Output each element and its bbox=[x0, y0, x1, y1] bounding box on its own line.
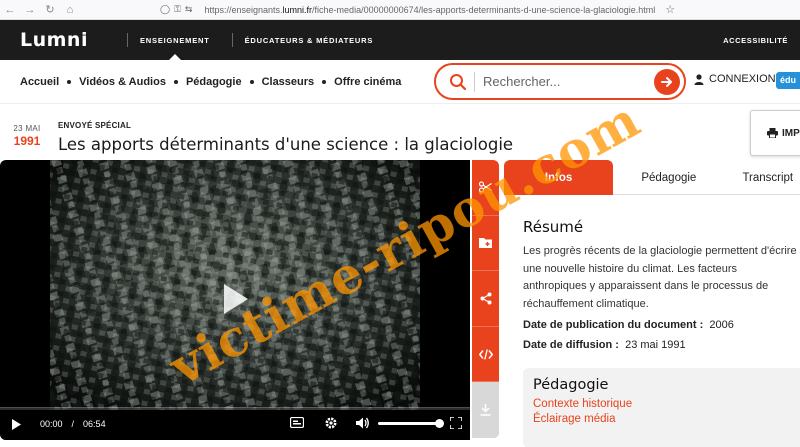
tab-infos[interactable]: Infos bbox=[504, 160, 614, 195]
url-text: https://enseignants.lumni.fr/fiche-media… bbox=[204, 4, 656, 15]
search-icon bbox=[442, 73, 474, 91]
browser-toolbar: ← → ↻ ⌂ ◯⚿⇆ https://enseignants.lumni.fr… bbox=[0, 0, 800, 20]
nav-separator bbox=[67, 79, 72, 84]
header-link-enseignement[interactable]: ENSEIGNEMENT bbox=[140, 36, 210, 60]
header-link-educateurs[interactable]: ÉDUCATEURS & MÉDIATEURS bbox=[245, 36, 374, 45]
player-controls: 00:00 / 06:54 bbox=[0, 408, 470, 440]
search-input[interactable] bbox=[483, 74, 643, 89]
pedagogie-card: Pédagogie Contexte historique Éclairage … bbox=[523, 368, 800, 447]
clip-button[interactable] bbox=[472, 160, 499, 216]
nav-item-accueil[interactable]: Accueil bbox=[20, 76, 59, 88]
printer-icon bbox=[767, 128, 778, 138]
volume-icon bbox=[356, 417, 369, 429]
info-panel: Résumé Les progrès récents de la glaciol… bbox=[523, 218, 800, 353]
volume-knob[interactable] bbox=[435, 419, 444, 428]
nav-separator bbox=[173, 79, 178, 84]
print-button[interactable]: IMP bbox=[750, 110, 800, 156]
page-title: Les apports déterminants d'une science :… bbox=[58, 135, 514, 154]
download-icon bbox=[480, 404, 491, 416]
bookmark-star-icon[interactable]: ☆ bbox=[665, 3, 675, 16]
print-label: IMP bbox=[782, 127, 800, 139]
publication-date: Date de publication du document : 2006 bbox=[523, 317, 800, 333]
broadcast-date-value: 23 mai 1991 bbox=[625, 339, 686, 351]
share-icon bbox=[480, 292, 491, 305]
media-tabs: Infos Pédagogie Transcript bbox=[504, 160, 800, 195]
main-nav: Accueil Vidéos & Audios Pédagogie Classe… bbox=[0, 60, 800, 104]
scissors-icon bbox=[479, 181, 492, 193]
header-divider bbox=[127, 33, 128, 47]
nav-item-videos[interactable]: Vidéos & Audios bbox=[79, 76, 166, 88]
forward-icon[interactable]: → bbox=[20, 4, 40, 16]
settings-button[interactable] bbox=[324, 416, 338, 430]
video-player[interactable]: 00:00 / 06:54 bbox=[0, 160, 470, 440]
media-date: 23 MAI 1991 bbox=[10, 124, 44, 148]
pedagogie-title: Pédagogie bbox=[533, 377, 609, 393]
header-divider bbox=[231, 33, 233, 47]
publication-date-label: Date de publication du document : bbox=[523, 319, 704, 331]
folder-add-icon bbox=[478, 237, 492, 248]
lumni-logo[interactable]: Lumni bbox=[20, 29, 115, 51]
home-icon[interactable]: ⌂ bbox=[60, 4, 80, 16]
edu-badge[interactable]: édu bbox=[776, 72, 800, 89]
pedagogie-link-contexte[interactable]: Contexte historique bbox=[533, 398, 800, 410]
tab-pedagogie[interactable]: Pédagogie bbox=[613, 160, 724, 195]
media-date-day: 23 MAI bbox=[13, 124, 41, 133]
login-button[interactable]: CONNEXION bbox=[694, 73, 776, 85]
code-icon bbox=[478, 348, 493, 360]
volume-slider[interactable] bbox=[378, 419, 444, 428]
user-icon bbox=[694, 73, 704, 85]
media-date-year: 1991 bbox=[13, 134, 41, 148]
current-time: 00:00 bbox=[40, 419, 63, 429]
nav-separator bbox=[322, 79, 327, 84]
subtitles-icon bbox=[290, 417, 304, 428]
download-button[interactable] bbox=[472, 382, 499, 438]
search-box bbox=[434, 63, 686, 100]
play-button[interactable] bbox=[0, 418, 32, 430]
tab-transcript[interactable]: Transcript bbox=[724, 160, 800, 195]
fullscreen-icon bbox=[450, 417, 462, 429]
top-header: Lumni ENSEIGNEMENT ÉDUCATEURS & MÉDIATEU… bbox=[0, 20, 800, 60]
gear-icon bbox=[325, 417, 337, 429]
reload-icon[interactable]: ↻ bbox=[40, 3, 60, 16]
address-bar[interactable]: ◯⚿⇆ https://enseignants.lumni.fr/fiche-m… bbox=[160, 2, 800, 18]
back-icon[interactable]: ← bbox=[0, 4, 20, 16]
pedagogie-link-eclairage[interactable]: Éclairage média bbox=[533, 413, 800, 425]
broadcast-date-label: Date de diffusion : bbox=[523, 339, 619, 351]
play-overlay-icon[interactable] bbox=[212, 278, 254, 320]
nav-item-pedagogie[interactable]: Pédagogie bbox=[186, 76, 242, 88]
embed-button[interactable] bbox=[472, 327, 499, 383]
subtitles-button[interactable] bbox=[290, 417, 304, 428]
summary-heading: Résumé bbox=[523, 218, 584, 236]
add-to-folder-button[interactable] bbox=[472, 216, 499, 272]
duration: 06:54 bbox=[83, 419, 106, 429]
search-divider bbox=[474, 71, 475, 92]
broadcast-date: Date de diffusion : 23 mai 1991 bbox=[523, 337, 800, 353]
publication-date-value: 2006 bbox=[709, 319, 734, 331]
media-surtitle: ENVOYÉ SPÉCIAL bbox=[58, 121, 132, 130]
nav-item-classeurs[interactable]: Classeurs bbox=[262, 76, 315, 88]
arrow-right-icon bbox=[661, 77, 672, 87]
volume-button[interactable] bbox=[356, 417, 370, 429]
play-icon bbox=[12, 418, 21, 430]
security-icons: ◯⚿⇆ bbox=[160, 4, 197, 14]
nav-item-cinema[interactable]: Offre cinéma bbox=[334, 76, 401, 88]
login-label: CONNEXION bbox=[709, 73, 776, 85]
nav-separator bbox=[249, 79, 254, 84]
media-title-block: ENVOYÉ SPÉCIAL Les apports déterminants … bbox=[58, 121, 513, 154]
share-button[interactable] bbox=[472, 271, 499, 327]
fullscreen-button[interactable] bbox=[450, 417, 462, 429]
search-submit-button[interactable] bbox=[654, 69, 680, 95]
media-action-rail bbox=[472, 160, 499, 438]
summary-text: Les progrès récents de la glaciologie pe… bbox=[523, 245, 797, 310]
accessibility-link[interactable]: ACCESSIBILITÉ bbox=[723, 36, 788, 45]
time-separator: / bbox=[71, 419, 75, 429]
